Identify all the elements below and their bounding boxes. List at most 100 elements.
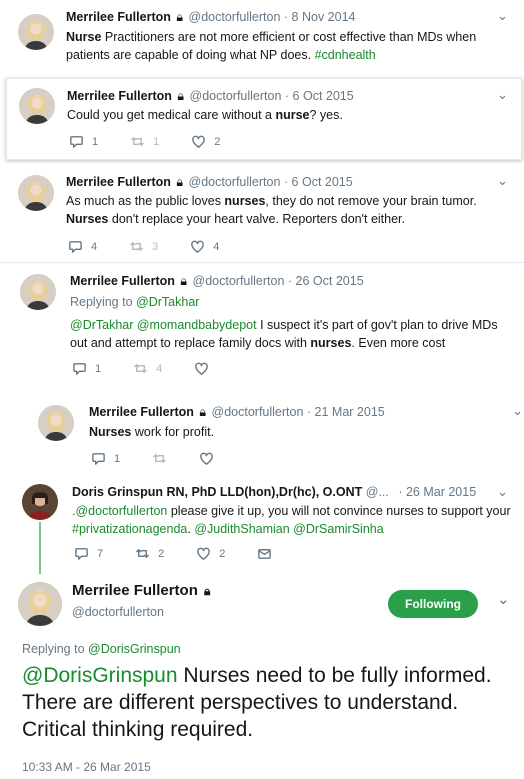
tweet-header: Merrilee Fullerton 🔒︎ @doctorfullerton ·…	[70, 274, 364, 289]
author-name[interactable]: Merrilee Fullerton	[66, 10, 171, 24]
author-name[interactable]: Doris Grinspun RN, PhD LLD(hon),Dr(hc), …	[72, 485, 362, 499]
reply-button[interactable]: 1	[69, 134, 98, 149]
tweet-card[interactable]: Merrilee Fullerton 🔒︎ @doctorfullerton ·…	[0, 0, 524, 78]
tweet-text-segment: As much as the public loves	[66, 194, 225, 208]
like-button[interactable]: 2	[196, 546, 225, 561]
retweet-button[interactable]: 1	[130, 134, 159, 149]
following-button[interactable]: Following	[388, 590, 478, 618]
reply-button[interactable]: 1	[72, 361, 101, 376]
message-button[interactable]	[257, 546, 272, 561]
chevron-down-icon[interactable]: ⌄	[497, 484, 508, 500]
tweet-date[interactable]: · 21 Mar 2015	[307, 405, 385, 419]
tweet-actions: 1 4	[72, 361, 241, 376]
tweet-date[interactable]: · 26 Oct 2015	[288, 274, 364, 288]
tweet-header: Merrilee Fullerton 🔒︎ @doctorfullerton ·…	[66, 10, 355, 25]
tweet-date[interactable]: · 26 Mar 2015	[398, 485, 476, 499]
author-name[interactable]: Merrilee Fullerton	[89, 405, 194, 419]
replying-to-link[interactable]: @DorisGrinspun	[88, 642, 181, 656]
reply-button[interactable]: 7	[74, 546, 103, 561]
reply-count: 7	[97, 547, 104, 560]
tweet-text-segment: , they do not remove your brain tumor.	[265, 194, 477, 208]
author-handle[interactable]: @doctorfullerton	[189, 175, 281, 189]
tweet-text: Nurses work for profit.	[89, 423, 509, 441]
retweet-count: 3	[152, 240, 159, 253]
tweet-text: Could you get medical care without a nur…	[67, 106, 507, 124]
tweet-link[interactable]: @JudithShamian @DrSamirSinha	[194, 522, 383, 536]
reply-count: 1	[114, 452, 121, 465]
tweet-keyword: nurse	[275, 108, 310, 122]
avatar[interactable]	[22, 484, 58, 520]
author-handle[interactable]: @doctorfullerton	[190, 89, 282, 103]
tweet-text-segment: . Even more cost	[351, 336, 446, 350]
thread-line	[39, 522, 41, 574]
like-button[interactable]: 2	[191, 134, 220, 149]
tweet-link[interactable]: #cdnhealth	[315, 48, 376, 62]
lock-icon: 🔒︎	[199, 405, 207, 419]
tweet-text: @DrTakhar @momandbabydepot I suspect it'…	[70, 316, 510, 352]
author-name[interactable]: Merrilee Fullerton	[70, 274, 175, 288]
main-tweet-text: @DorisGrinspun Nurses need to be fully i…	[22, 662, 512, 743]
chevron-down-icon[interactable]: ⌄	[497, 173, 508, 189]
avatar[interactable]	[38, 405, 74, 441]
tweet-date[interactable]: · 6 Oct 2015	[284, 175, 353, 189]
tweet-actions: 7 2 2	[74, 546, 304, 561]
avatar[interactable]	[18, 582, 62, 626]
tweet-text-segment: Could you get medical care without a	[67, 108, 276, 122]
reply-icon	[68, 239, 83, 254]
tweet-date[interactable]: · 6 Oct 2015	[285, 89, 354, 103]
retweet-button[interactable]	[152, 451, 167, 466]
author-handle[interactable]: @doctorfullerton	[189, 10, 281, 24]
tweet-link[interactable]: @DrTakhar @momandbabydepot	[70, 318, 257, 332]
tweet-timestamp[interactable]: 10:33 AM - 26 Mar 2015	[22, 760, 151, 774]
author-name[interactable]: Merrilee Fullerton	[66, 175, 171, 189]
replying-to: Replying to @DorisGrinspun	[22, 642, 181, 656]
like-button[interactable]	[199, 451, 214, 466]
tweet-card[interactable]: Merrilee Fullerton 🔒︎ @doctorfullerton ·…	[0, 395, 524, 475]
chevron-down-icon[interactable]: ⌄	[512, 403, 523, 419]
like-icon	[191, 134, 206, 149]
author-name[interactable]: Merrilee Fullerton	[67, 89, 172, 103]
replying-to-link[interactable]: @DrTakhar	[136, 295, 199, 309]
chevron-down-icon[interactable]: ⌄	[497, 87, 508, 103]
tweet-card[interactable]: Merrilee Fullerton 🔒︎ @doctorfullerton ·…	[6, 78, 522, 160]
retweet-button[interactable]: 3	[129, 239, 158, 254]
like-button[interactable]: 4	[190, 239, 219, 254]
author-handle[interactable]: @doctorfullerton	[193, 274, 285, 288]
tweet-date[interactable]: · 8 Nov 2014	[284, 10, 356, 24]
tweet-actions: 1 1 2	[69, 134, 252, 149]
chevron-down-icon[interactable]: ⌄	[497, 590, 510, 608]
reply-button[interactable]: 4	[68, 239, 97, 254]
tweet-card[interactable]: Merrilee Fullerton 🔒︎ @doctorfullerton ·…	[0, 263, 524, 385]
lock-icon: 🔒︎	[177, 89, 185, 103]
chevron-down-icon[interactable]: ⌄	[497, 8, 508, 24]
like-icon	[194, 361, 209, 376]
avatar[interactable]	[18, 14, 54, 50]
author-handle[interactable]: @...	[366, 485, 389, 499]
tweet-card[interactable]: Merrilee Fullerton 🔒︎ @doctorfullerton ·…	[0, 165, 524, 261]
tweet-text: As much as the public loves nurses, they…	[66, 192, 506, 228]
replying-label: Replying to	[70, 295, 133, 309]
reply-icon	[72, 361, 87, 376]
tweet-link[interactable]: .@doctorfullerton	[72, 504, 167, 518]
like-count: 4	[213, 240, 220, 253]
avatar[interactable]	[19, 88, 55, 124]
like-icon	[199, 451, 214, 466]
tweet-card[interactable]: Doris Grinspun RN, PhD LLD(hon),Dr(hc), …	[0, 480, 524, 572]
reply-button[interactable]: 1	[91, 451, 120, 466]
reply-count: 4	[91, 240, 98, 253]
author-handle[interactable]: @doctorfullerton	[212, 405, 304, 419]
tweet-actions: 1	[91, 451, 246, 466]
avatar[interactable]	[18, 175, 54, 211]
replying-label: Replying to	[22, 642, 85, 656]
author-handle[interactable]: @doctorfullerton	[72, 605, 164, 619]
author-name[interactable]: Merrilee Fullerton	[72, 582, 198, 599]
mention-link[interactable]: @DorisGrinspun	[22, 664, 178, 687]
tweet-link[interactable]: #privatizationagenda	[72, 522, 187, 536]
like-count: 2	[214, 135, 221, 148]
retweet-button[interactable]: 4	[133, 361, 162, 376]
tweet-text: Nurse Practitioners are not more efficie…	[66, 28, 506, 64]
tweet-keyword: nurses	[310, 336, 352, 350]
avatar[interactable]	[20, 274, 56, 310]
like-button[interactable]	[194, 361, 209, 376]
retweet-button[interactable]: 2	[135, 546, 164, 561]
